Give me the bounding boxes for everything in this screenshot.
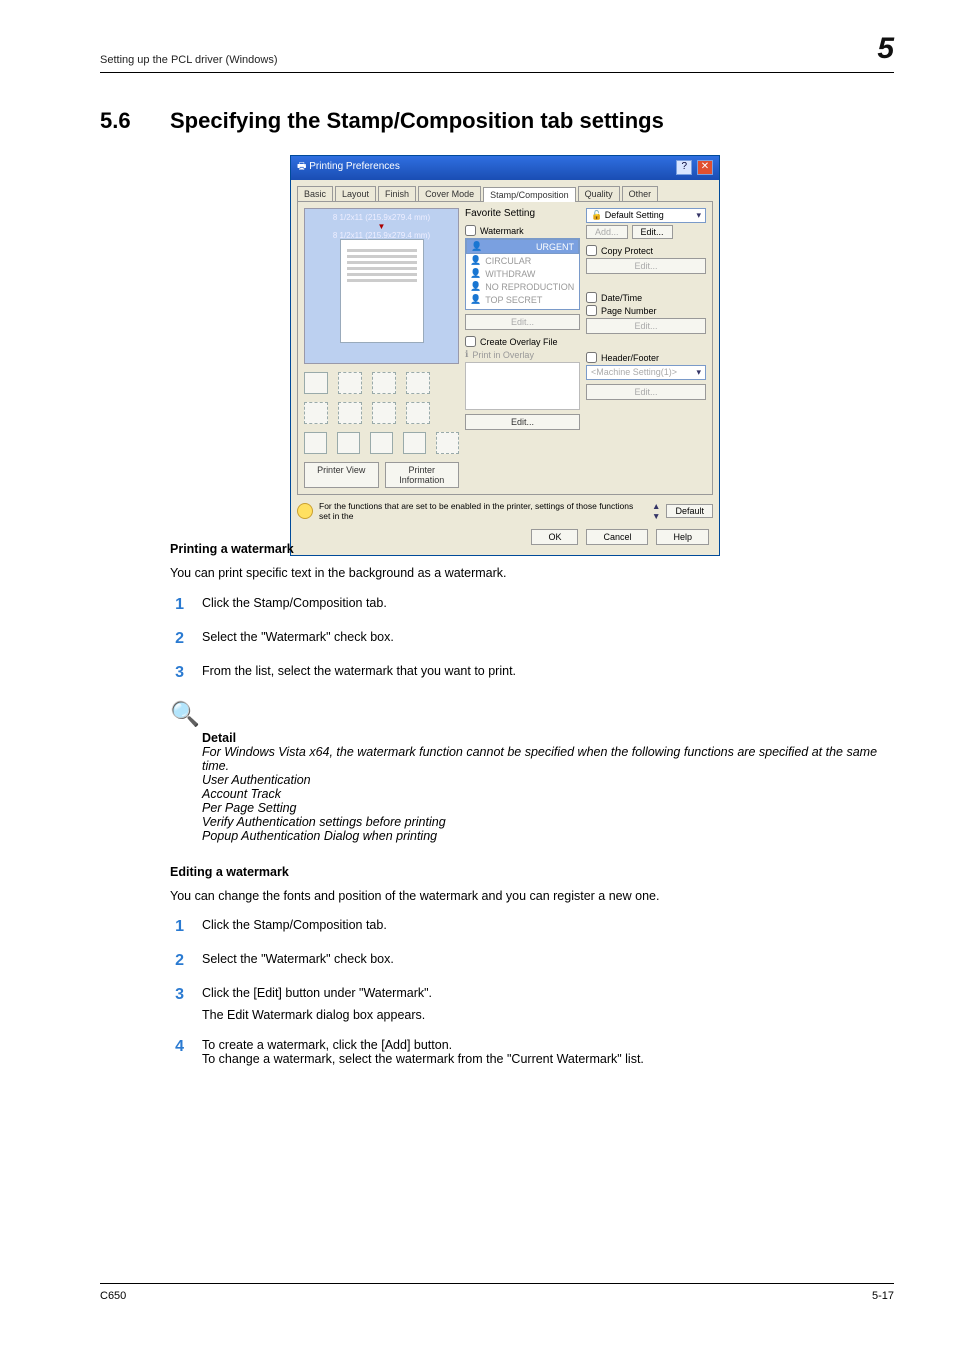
preview-icon[interactable]: [403, 432, 426, 454]
footer-page: 5-17: [872, 1290, 894, 1302]
copy-protect-checkbox[interactable]: Copy Protect: [586, 245, 706, 256]
tab-cover-mode[interactable]: Cover Mode: [418, 186, 481, 201]
favorite-edit-button[interactable]: Edit...: [632, 225, 673, 239]
overlay-list[interactable]: [465, 362, 580, 410]
preview-icon[interactable]: [406, 402, 430, 424]
preview-icon[interactable]: [337, 432, 360, 454]
section-heading: 5.6Specifying the Stamp/Composition tab …: [100, 108, 664, 134]
preview-icon[interactable]: [436, 432, 459, 454]
step-text: Click the Stamp/Composition tab.: [202, 918, 387, 936]
hint-text: For the functions that are set to be ena…: [319, 501, 646, 521]
header-footer-select[interactable]: <Machine Setting(1)>▾: [586, 365, 706, 380]
create-overlay-checkbox[interactable]: Create Overlay File: [465, 336, 580, 347]
step-text: Click the Stamp/Composition tab.: [202, 596, 387, 614]
step-text: Select the "Watermark" check box.: [202, 630, 394, 648]
help-icon[interactable]: ?: [676, 160, 692, 175]
watermark-checkbox[interactable]: Watermark: [465, 225, 580, 236]
copy-protect-edit-button[interactable]: Edit...: [586, 258, 706, 274]
detail-line: User Authentication: [202, 773, 884, 787]
print-in-overlay-checkbox[interactable]: ℹPrint in Overlay: [465, 349, 580, 360]
favorite-setting-label: Favorite Setting: [465, 208, 535, 219]
tab-quality[interactable]: Quality: [578, 186, 620, 201]
detail-heading: Detail: [202, 731, 884, 745]
favorite-setting-select[interactable]: 🔓 Default Setting▾: [586, 208, 706, 223]
chapter-number: 5: [877, 32, 894, 66]
detail-line: For Windows Vista x64, the watermark fun…: [202, 745, 884, 773]
step-text: Select the "Watermark" check box.: [202, 952, 394, 970]
tab-basic[interactable]: Basic: [297, 186, 333, 201]
tab-stamp-composition[interactable]: Stamp/Composition: [483, 187, 576, 202]
title-bar: 🖶 Printing Preferences ? ✕: [291, 156, 719, 180]
subheading-printing-watermark: Printing a watermark: [170, 542, 884, 556]
preview-icon[interactable]: [304, 402, 328, 424]
preview-icon[interactable]: [338, 372, 362, 394]
header-path: Setting up the PCL driver (Windows): [100, 54, 278, 66]
detail-line: Popup Authentication Dialog when printin…: [202, 829, 884, 843]
preview-icon[interactable]: [406, 372, 430, 394]
preview-icon[interactable]: [304, 432, 327, 454]
date-page-edit-button[interactable]: Edit...: [586, 318, 706, 334]
paragraph: You can print specific text in the backg…: [170, 566, 884, 582]
screenshot-dialog: 🖶 Printing Preferences ? ✕ Basic Layout …: [290, 155, 720, 556]
close-icon[interactable]: ✕: [697, 160, 713, 175]
preview-icon[interactable]: [372, 372, 396, 394]
preview-icon[interactable]: [304, 372, 328, 394]
magnifier-icon: 🔍: [170, 700, 200, 729]
window-controls: ? ✕: [674, 160, 713, 175]
footer-model: C650: [100, 1290, 126, 1302]
subheading-editing-watermark: Editing a watermark: [170, 865, 884, 879]
detail-line: Verify Authentication settings before pr…: [202, 815, 884, 829]
overlay-edit-button[interactable]: Edit...: [465, 414, 580, 430]
header-footer-checkbox[interactable]: Header/Footer: [586, 352, 706, 363]
printer-information-button[interactable]: Printer Information: [385, 462, 460, 488]
detail-line: Per Page Setting: [202, 801, 884, 815]
date-time-checkbox[interactable]: Date/Time: [586, 292, 706, 303]
tab-layout[interactable]: Layout: [335, 186, 376, 201]
detail-line: Account Track: [202, 787, 884, 801]
preview-icon[interactable]: [338, 402, 362, 424]
page-number-checkbox[interactable]: Page Number: [586, 305, 706, 316]
watermark-edit-button[interactable]: Edit...: [465, 314, 580, 330]
favorite-add-button[interactable]: Add...: [586, 225, 628, 239]
hint-icon: [297, 503, 313, 519]
watermark-list[interactable]: 👤URGENT 👤CIRCULAR 👤WITHDRAW 👤NO REPRODUC…: [465, 238, 580, 310]
tab-strip: Basic Layout Finish Cover Mode Stamp/Com…: [291, 180, 719, 201]
step-text: To create a watermark, click the [Add] b…: [202, 1038, 644, 1066]
tab-finish[interactable]: Finish: [378, 186, 416, 201]
tab-other[interactable]: Other: [622, 186, 659, 201]
page-preview: 8 1/2x11 (215.9x279.4 mm) ▼ 8 1/2x11 (21…: [304, 208, 459, 364]
printer-view-button[interactable]: Printer View: [304, 462, 379, 488]
step-text: From the list, select the watermark that…: [202, 664, 516, 682]
step-text: Click the [Edit] button under "Watermark…: [202, 986, 432, 1022]
preview-icon[interactable]: [370, 432, 393, 454]
header-footer-edit-button[interactable]: Edit...: [586, 384, 706, 400]
paragraph: You can change the fonts and position of…: [170, 889, 884, 905]
preview-icon[interactable]: [372, 402, 396, 424]
default-button[interactable]: Default: [666, 504, 713, 518]
